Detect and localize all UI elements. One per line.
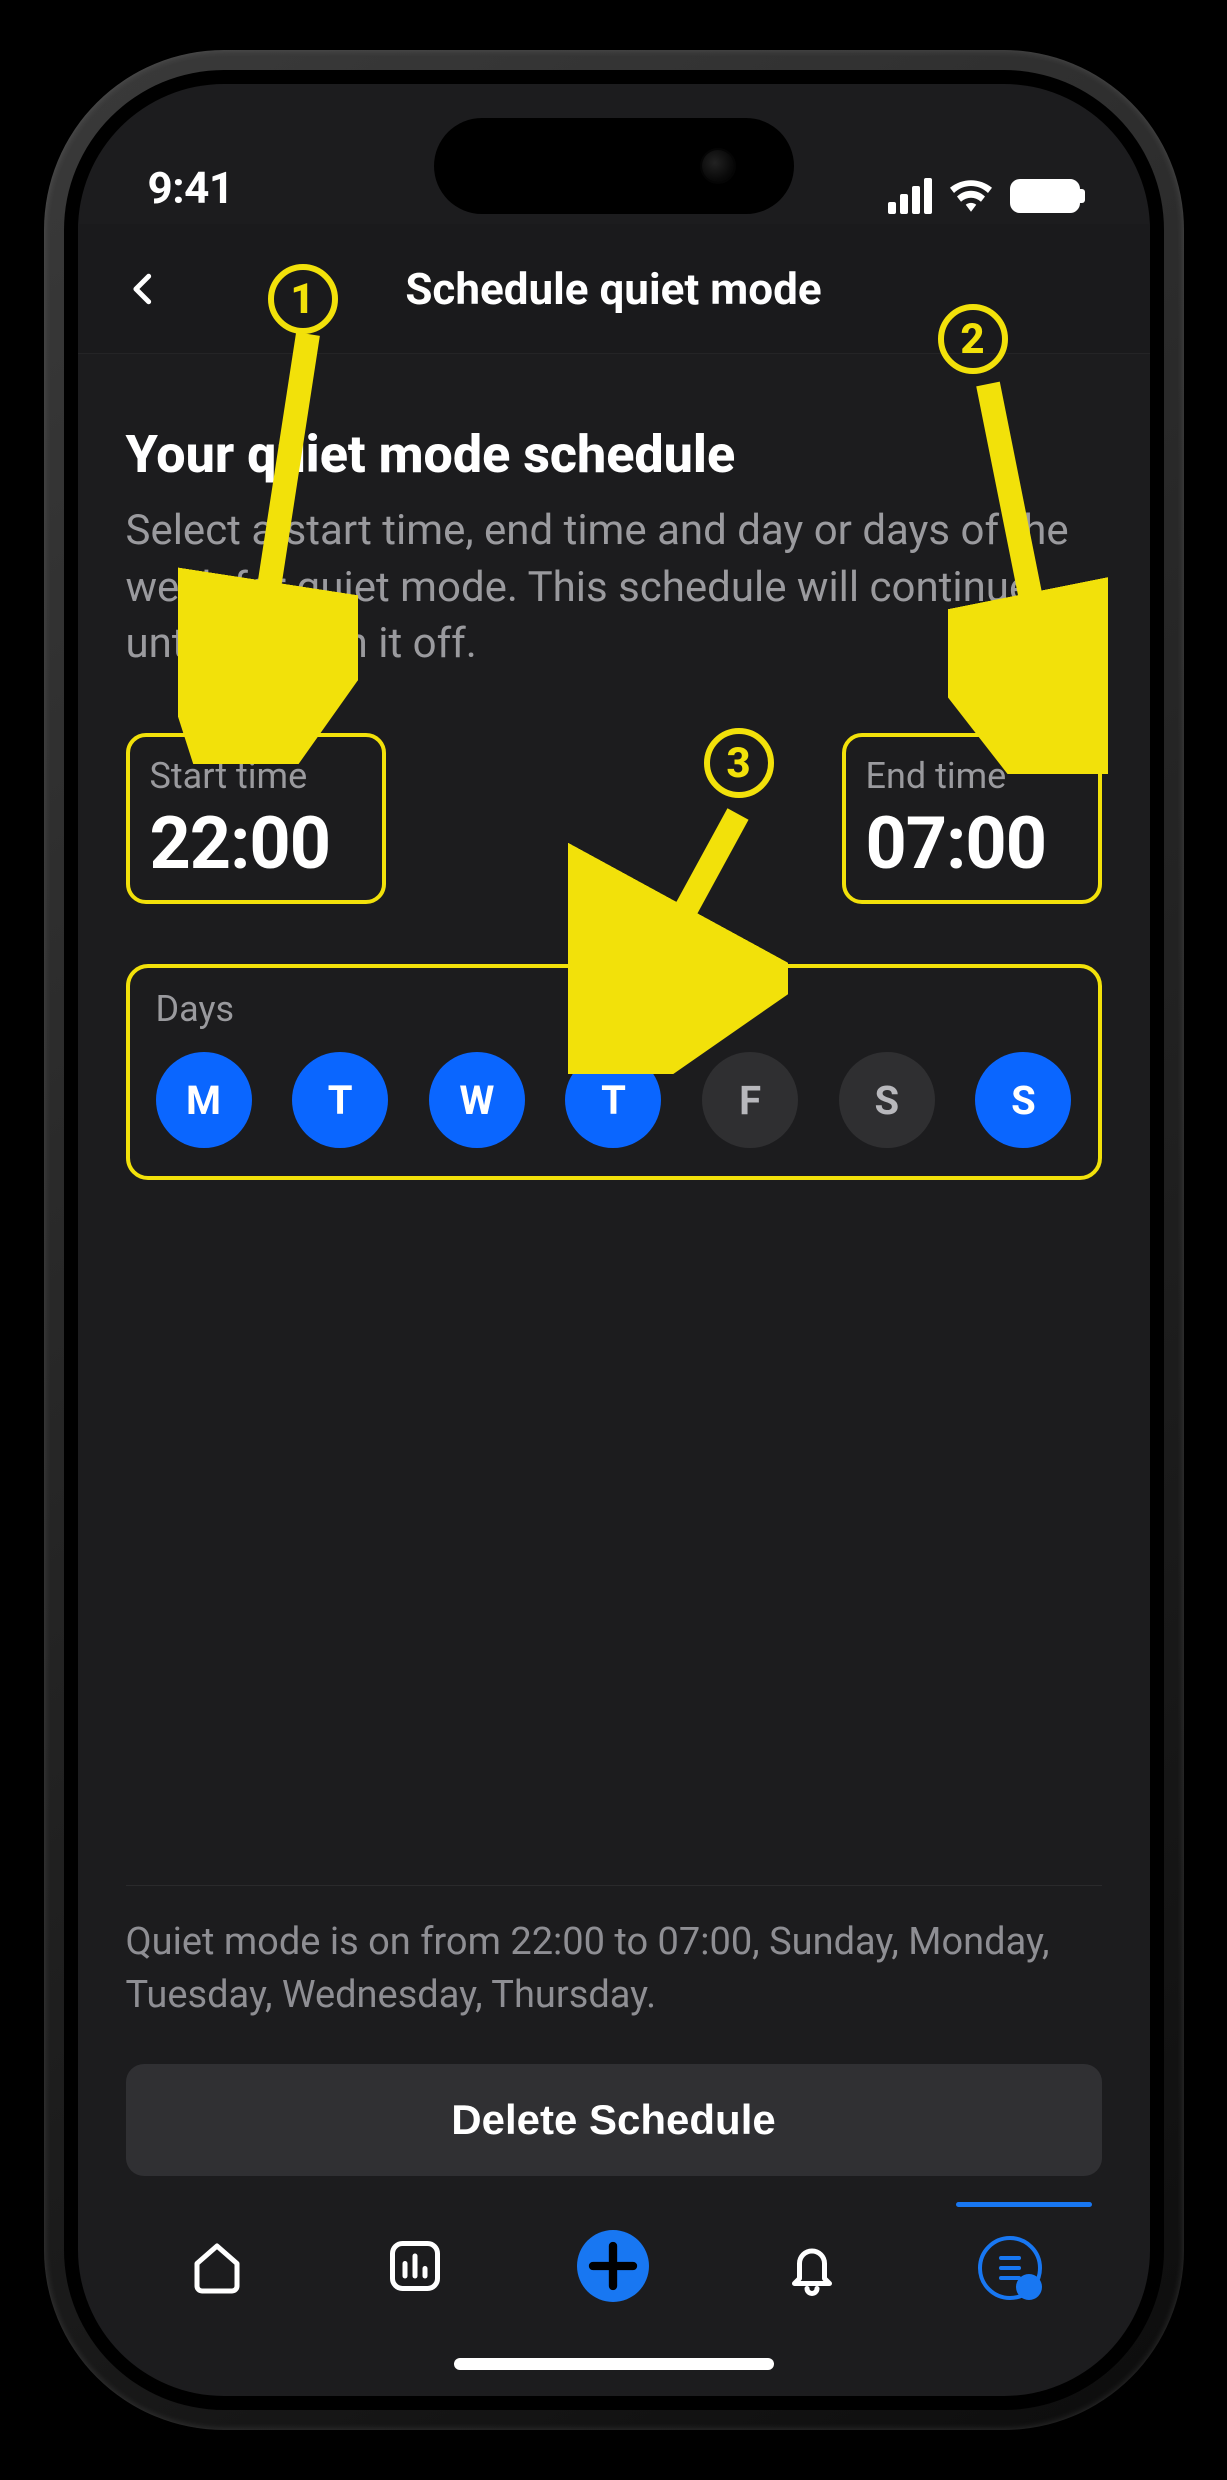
chevron-left-icon xyxy=(126,272,160,306)
day-toggle[interactable]: T xyxy=(292,1052,388,1148)
tab-notifications[interactable] xyxy=(752,2236,872,2296)
nav-header: Schedule quiet mode xyxy=(78,224,1150,354)
tab-home[interactable] xyxy=(157,2236,277,2296)
day-toggle[interactable]: T xyxy=(565,1052,661,1148)
plus-icon xyxy=(577,2230,649,2302)
delete-schedule-button[interactable]: Delete Schedule xyxy=(126,2064,1102,2176)
tab-stats[interactable] xyxy=(355,2236,475,2296)
day-toggle[interactable]: W xyxy=(429,1052,525,1148)
cellular-signal-icon xyxy=(888,178,932,214)
tab-create[interactable] xyxy=(553,2236,673,2302)
section-heading: Your quiet mode schedule xyxy=(126,424,1102,485)
page-title: Schedule quiet mode xyxy=(405,263,821,315)
stats-icon xyxy=(385,2236,445,2296)
home-icon xyxy=(187,2236,247,2296)
end-time-value: 07:00 xyxy=(866,801,1074,886)
schedule-summary: Quiet mode is on from 22:00 to 07:00, Su… xyxy=(126,1916,1102,2022)
start-time-picker[interactable]: Start time 22:00 xyxy=(126,733,386,904)
days-label: Days xyxy=(156,988,1072,1030)
status-icons xyxy=(888,178,1080,214)
end-time-picker[interactable]: End time 07:00 xyxy=(842,733,1102,904)
tab-menu[interactable] xyxy=(950,2236,1070,2300)
status-time: 9:41 xyxy=(148,162,234,214)
content: Your quiet mode schedule Select a start … xyxy=(78,354,1150,2396)
start-time-label: Start time xyxy=(150,755,358,797)
end-time-label: End time xyxy=(866,755,1074,797)
day-toggle[interactable]: S xyxy=(839,1052,935,1148)
days-selector: Days MTWTFSS xyxy=(126,964,1102,1180)
footer: Quiet mode is on from 22:00 to 07:00, Su… xyxy=(126,1885,1102,2176)
home-indicator xyxy=(454,2358,774,2370)
back-button[interactable] xyxy=(126,272,160,306)
day-toggle[interactable]: F xyxy=(702,1052,798,1148)
dynamic-island xyxy=(434,118,794,214)
wifi-icon xyxy=(950,178,992,214)
battery-icon xyxy=(1010,179,1080,213)
menu-icon xyxy=(978,2236,1042,2300)
bell-icon xyxy=(782,2236,842,2296)
divider xyxy=(126,1885,1102,1886)
section-description: Select a start time, end time and day or… xyxy=(126,503,1102,673)
start-time-value: 22:00 xyxy=(150,801,358,886)
device-frame: 9:41 xyxy=(44,50,1184,2430)
day-toggle[interactable]: S xyxy=(975,1052,1071,1148)
day-toggle[interactable]: M xyxy=(156,1052,252,1148)
screen: 9:41 xyxy=(78,84,1150,2396)
active-tab-indicator xyxy=(956,2202,1092,2207)
